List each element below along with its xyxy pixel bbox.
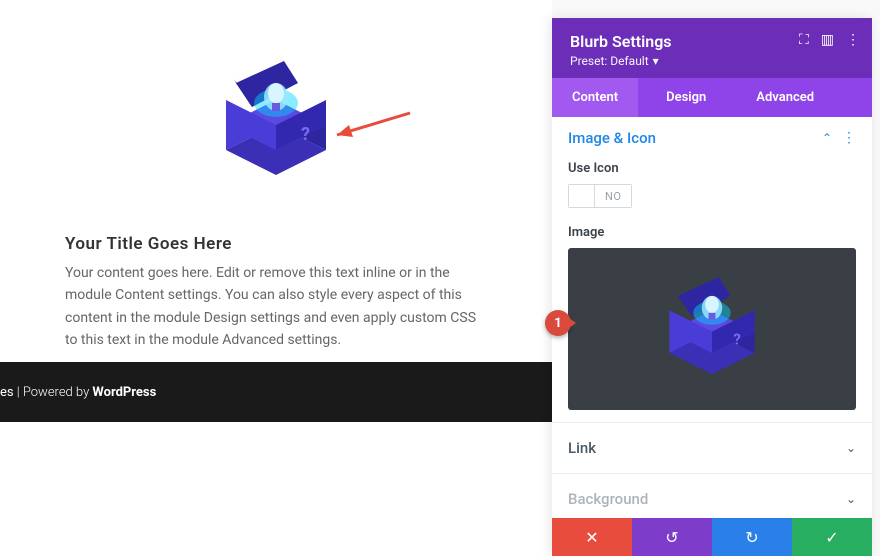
section-title: Background — [568, 490, 648, 508]
image-label: Image — [568, 225, 856, 240]
toggle-value: NO — [595, 190, 631, 203]
use-icon-label: Use Icon — [568, 161, 856, 176]
image-upload-preview[interactable]: ? — [568, 248, 856, 410]
tab-design[interactable]: Design — [638, 78, 734, 117]
footer-text: es | Powered by WordPress — [0, 385, 156, 400]
save-button[interactable]: ✓ — [792, 518, 872, 556]
section-background: Background ⌄ — [552, 474, 872, 524]
preset-dropdown[interactable]: Preset: Default ▾ — [570, 54, 854, 68]
svg-text:?: ? — [733, 330, 741, 348]
page-canvas: ? Your Title Goes Here Your content goes… — [0, 0, 552, 556]
grid-icon[interactable]: ▥ — [821, 32, 834, 48]
blurb-image: ? — [206, 55, 346, 190]
check-icon: ✓ — [825, 528, 838, 547]
tab-content[interactable]: Content — [552, 78, 638, 117]
chevron-down-icon: ⌄ — [846, 492, 856, 506]
blurb-title[interactable]: Your Title Goes Here — [65, 234, 487, 254]
close-icon: ✕ — [585, 528, 598, 547]
toggle-knob — [569, 185, 595, 207]
chevron-up-icon[interactable]: ⌃ — [822, 131, 832, 145]
panel-header[interactable]: Blurb Settings Preset: Default ▾ ⛶ ▥ ⋮ — [552, 18, 872, 78]
cancel-button[interactable]: ✕ — [552, 518, 632, 556]
section-image-icon: Image & Icon ⌃ ⋮ Use Icon NO Image — [552, 117, 872, 423]
undo-button[interactable]: ↺ — [632, 518, 712, 556]
redo-icon: ↻ — [745, 528, 758, 547]
section-options-icon[interactable]: ⋮ — [842, 131, 856, 145]
panel-body: Image & Icon ⌃ ⋮ Use Icon NO Image — [552, 117, 872, 556]
section-title: Link — [568, 439, 596, 457]
tab-advanced[interactable]: Advanced — [734, 78, 834, 117]
section-title: Image & Icon — [568, 129, 656, 147]
settings-panel: Blurb Settings Preset: Default ▾ ⛶ ▥ ⋮ C… — [552, 18, 872, 556]
settings-tabs: Content Design Advanced — [552, 78, 872, 117]
section-header-background[interactable]: Background ⌄ — [568, 490, 856, 508]
section-header-link[interactable]: Link ⌄ — [568, 439, 856, 457]
chevron-down-icon: ⌄ — [846, 441, 856, 455]
box-illustration: ? — [206, 55, 346, 190]
caret-down-icon: ▾ — [653, 54, 659, 68]
kebab-icon[interactable]: ⋮ — [846, 32, 860, 48]
expand-icon[interactable]: ⛶ — [799, 32, 809, 48]
blurb-module-preview[interactable]: ? Your Title Goes Here Your content goes… — [0, 0, 552, 352]
undo-icon: ↺ — [665, 528, 678, 547]
section-link: Link ⌄ — [552, 423, 872, 474]
callout-badge-1: 1 — [545, 310, 571, 336]
svg-text:?: ? — [301, 124, 310, 145]
use-icon-toggle[interactable]: NO — [568, 184, 632, 208]
site-footer: es | Powered by WordPress — [0, 362, 552, 422]
redo-button[interactable]: ↻ — [712, 518, 792, 556]
panel-action-bar: ✕ ↺ ↻ ✓ — [552, 518, 872, 556]
blurb-content[interactable]: Your content goes here. Edit or remove t… — [65, 262, 487, 352]
section-header-image-icon[interactable]: Image & Icon ⌃ ⋮ — [568, 129, 856, 147]
box-illustration-thumb: ? — [652, 272, 772, 387]
